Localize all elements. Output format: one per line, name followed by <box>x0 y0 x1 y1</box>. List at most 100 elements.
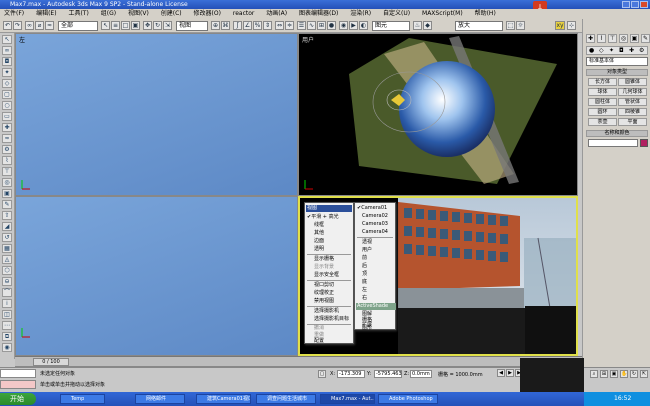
active-shade-icon[interactable]: ◐ <box>359 21 368 30</box>
render-type-select[interactable]: 放大 <box>455 21 503 31</box>
zoom-extents-icon[interactable]: ▣ <box>610 370 618 378</box>
minimize-button[interactable] <box>622 1 630 8</box>
submenu-item-camera03[interactable]: Camera03 <box>362 221 388 228</box>
menu-item-transparency[interactable]: 透明 <box>314 246 324 253</box>
motion-tab-icon[interactable]: ◎ <box>619 34 628 43</box>
axis-constraint-xy-icon[interactable]: xy <box>555 21 565 30</box>
maximize-viewport-icon[interactable]: ⇱ <box>640 370 648 378</box>
submenu-item-shape[interactable]: 图形 <box>362 326 372 331</box>
menu-item-views[interactable]: 视图 <box>306 205 352 212</box>
orbit-icon[interactable]: ↻ <box>630 370 638 378</box>
submenu-item-bottom[interactable]: 底 <box>362 279 367 286</box>
object-type-select[interactable]: 标准基本体 <box>586 57 648 66</box>
rollout-name-color[interactable]: 名称和颜色 <box>586 130 648 137</box>
tool-motion-icon[interactable]: ◎ <box>2 178 12 187</box>
tool-extrude-icon[interactable]: ⇧ <box>2 211 12 220</box>
redo-icon[interactable]: ↷ <box>13 21 22 30</box>
angle-snap-icon[interactable]: ∠ <box>243 21 252 30</box>
menu-graph-editors[interactable]: 图表编辑器(D) <box>299 10 338 17</box>
sphere-button[interactable]: 球体 <box>588 88 617 96</box>
select-object-icon[interactable]: ↖ <box>101 21 110 30</box>
menu-item-wireframe[interactable]: 线框 <box>314 222 324 229</box>
zoom-all-icon[interactable]: ⊞ <box>600 370 608 378</box>
menu-group[interactable]: 组(G) <box>101 10 116 17</box>
taskbar-item-mail[interactable]: 网络邮件 <box>135 394 185 404</box>
menu-maxscript[interactable]: MAXScript(M) <box>422 10 463 17</box>
link-icon[interactable]: ∞ <box>25 21 34 30</box>
torus-button[interactable]: 圆环 <box>588 108 617 116</box>
geometry-icon[interactable]: ● <box>589 47 594 54</box>
named-selection-select[interactable]: 图元 <box>372 21 410 31</box>
menu-item-select-camera[interactable]: 选择摄影机 <box>314 308 339 315</box>
tool-bevel-icon[interactable]: ◢ <box>2 222 12 231</box>
object-name-input[interactable] <box>588 139 638 147</box>
tool-edit-poly-icon[interactable]: ⬡ <box>2 266 12 275</box>
menu-modifiers[interactable]: 修改器(O) <box>194 10 221 17</box>
window-crossing-icon[interactable]: ▣ <box>131 21 140 30</box>
time-slider-thumb[interactable]: 0 / 100 <box>33 358 69 366</box>
quick-render-icon[interactable]: ▶ <box>349 21 358 30</box>
render-region-icon[interactable]: ⬚ <box>506 21 515 30</box>
tool-modifier-icon[interactable]: ⌇ <box>2 156 12 165</box>
menu-item-configure[interactable]: 配置 <box>314 338 324 345</box>
schematic-view-icon[interactable]: ⊞ <box>317 21 326 30</box>
tool-box-icon[interactable]: ▢ <box>2 90 12 99</box>
hierarchy-tab-icon[interactable]: ⊤ <box>608 34 617 43</box>
tool-light-icon[interactable]: ✦ <box>2 68 12 77</box>
submenu-item-back[interactable]: 后 <box>362 263 367 270</box>
maximize-button[interactable] <box>631 1 639 8</box>
tool-boolean-icon[interactable]: ⊖ <box>2 277 12 286</box>
tool-display-icon[interactable]: ▣ <box>2 189 12 198</box>
lights-icon[interactable]: ✦ <box>609 47 614 54</box>
reference-coordinate-select[interactable]: 视图 <box>176 21 208 31</box>
y-coord-field[interactable]: -5795.463 <box>374 370 402 378</box>
snaps-toggle-icon[interactable]: ʃ <box>233 21 242 30</box>
menu-item-other[interactable]: 其他 <box>314 230 324 237</box>
tool-clone-icon[interactable]: ⧉ <box>2 332 12 341</box>
helpers-icon[interactable]: ✚ <box>629 47 634 54</box>
object-color-swatch[interactable] <box>640 139 648 147</box>
tool-camera-icon[interactable]: ◘ <box>2 57 12 66</box>
tool-spacewarp-icon[interactable]: ≈ <box>2 134 12 143</box>
menu-item-show-background[interactable]: 显示背景 <box>314 264 334 271</box>
tool-helper-icon[interactable]: ✚ <box>2 123 12 132</box>
render-last-icon[interactable]: ◆ <box>423 21 432 30</box>
zoom-icon[interactable]: ⌕ <box>590 370 598 378</box>
cameras-icon[interactable]: ◘ <box>619 47 624 54</box>
select-move-icon[interactable]: ✥ <box>143 21 152 30</box>
tube-button[interactable]: 管状体 <box>618 98 647 106</box>
menu-animation[interactable]: 动画(A) <box>266 10 287 17</box>
teapot-button[interactable]: 茶壶 <box>588 118 617 126</box>
render-scene-icon[interactable]: ◉ <box>339 21 348 30</box>
tool-hierarchy-icon[interactable]: ⊤ <box>2 167 12 176</box>
menu-file[interactable]: 文件(F) <box>4 10 24 17</box>
play-icon[interactable]: ▶ <box>506 369 514 377</box>
taskbar-item-photoshop[interactable]: Adobe Photoshop <box>378 394 438 404</box>
menu-tools[interactable]: 工具(T) <box>68 10 88 17</box>
tool-spacing-icon[interactable]: ⋯ <box>2 321 12 330</box>
menu-item-undo[interactable]: 撤消 <box>314 325 324 332</box>
menu-rendering[interactable]: 渲染(R) <box>350 10 371 17</box>
select-by-name-icon[interactable]: ≡ <box>111 21 120 30</box>
select-scale-icon[interactable]: ⇲ <box>163 21 172 30</box>
taskbar-item-city-survey[interactable]: 调查问题生活城市 <box>256 394 316 404</box>
tool-edit-mesh-icon[interactable]: ◬ <box>2 255 12 264</box>
menu-item-edged-faces[interactable]: 边面 <box>314 238 324 245</box>
taskbar-item-camera-view[interactable]: 建筑Camera01视口 - 3 <box>196 394 251 404</box>
curve-editor-icon[interactable]: ∿ <box>307 21 316 30</box>
mirror-icon[interactable]: ⇔ <box>275 21 284 30</box>
submenu-item-left[interactable]: 左 <box>362 287 367 294</box>
tool-uvw-icon[interactable]: ▦ <box>2 244 12 253</box>
key-mode-icon[interactable]: ◀ <box>497 369 505 377</box>
tool-render-icon[interactable]: ◉ <box>2 343 12 352</box>
menu-reactor[interactable]: reactor <box>233 10 255 17</box>
tool-shape-icon[interactable]: ◇ <box>2 79 12 88</box>
layer-manager-icon[interactable]: ☰ <box>297 21 306 30</box>
z-coord-field[interactable]: 0.0mm <box>410 370 432 378</box>
menu-edit[interactable]: 编辑(E) <box>36 10 56 17</box>
menu-customize[interactable]: 自定义(U) <box>383 10 410 17</box>
select-manipulate-icon[interactable]: ⌘ <box>221 21 230 30</box>
x-coord-field[interactable]: -173.309 <box>337 370 365 378</box>
tool-cylinder-icon[interactable]: ▭ <box>2 112 12 121</box>
utilities-tab-icon[interactable]: ✎ <box>641 34 650 43</box>
